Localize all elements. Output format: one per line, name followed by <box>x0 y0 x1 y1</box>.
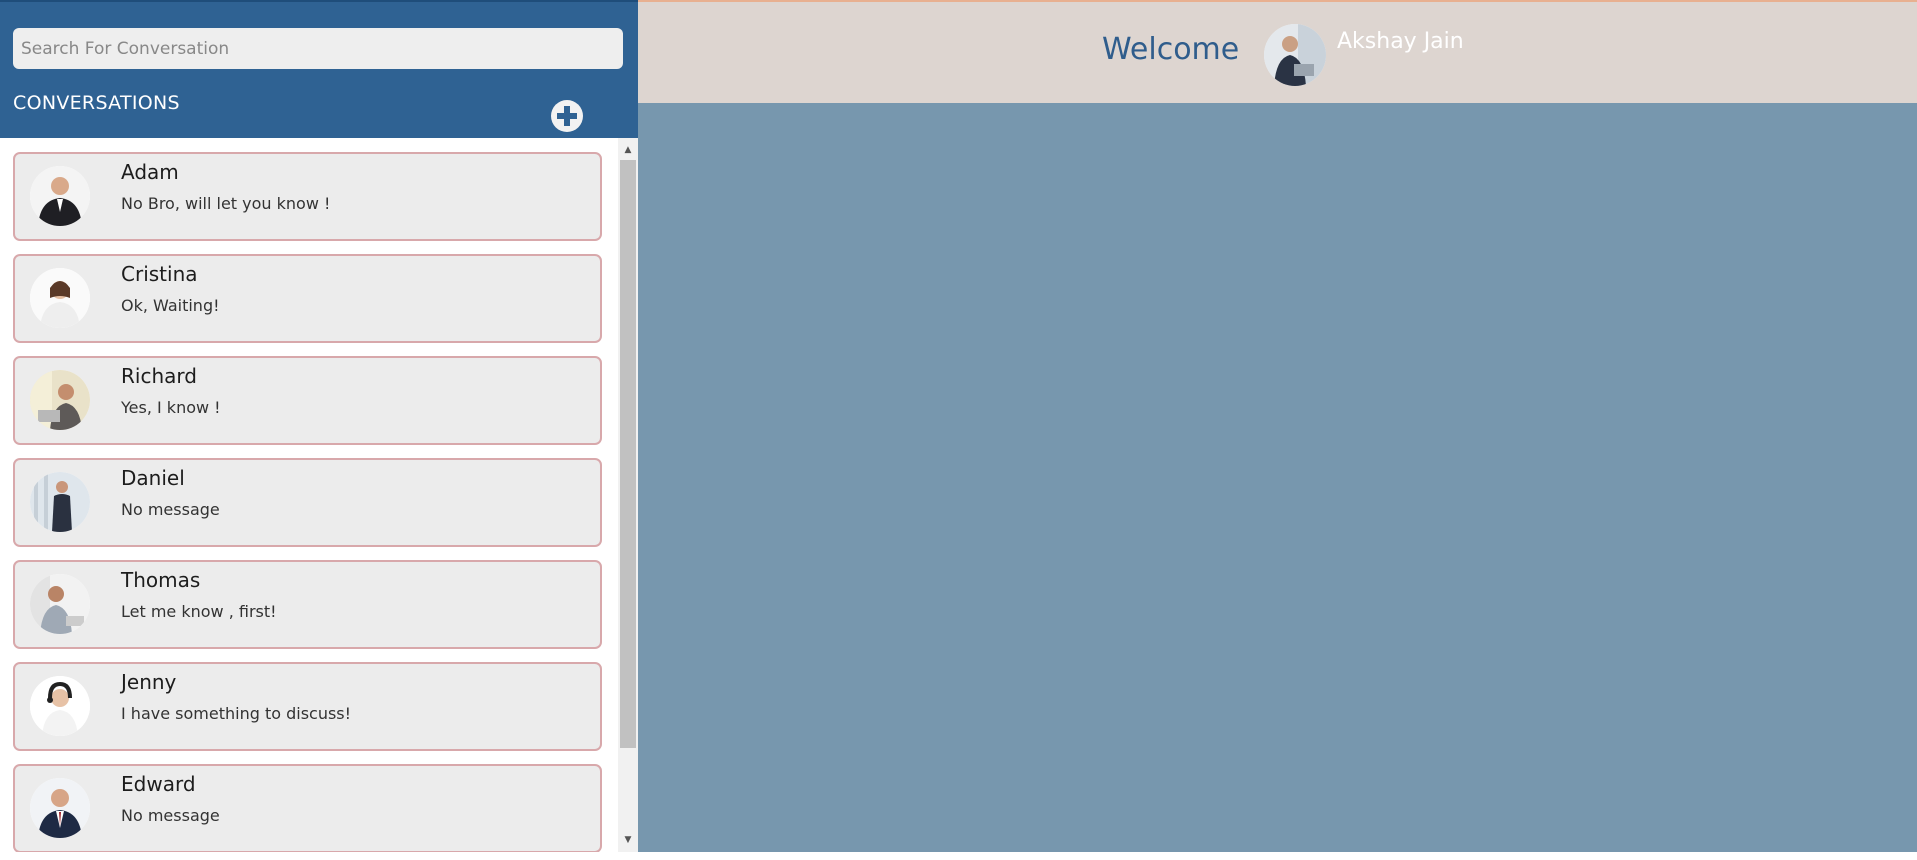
conversation-last-message: Let me know , first! <box>121 602 277 621</box>
sidebar: CONVERSATIONS Adam No Bro, will let you … <box>0 0 638 852</box>
avatar <box>30 370 90 430</box>
conversation-item-cristina[interactable]: Cristina Ok, Waiting! <box>13 254 602 343</box>
conversation-last-message: No Bro, will let you know ! <box>121 194 331 213</box>
conversation-item-adam[interactable]: Adam No Bro, will let you know ! <box>13 152 602 241</box>
conversation-name: Thomas <box>121 568 201 592</box>
conversation-last-message: I have something to discuss! <box>121 704 352 723</box>
chat-app: CONVERSATIONS Adam No Bro, will let you … <box>0 0 1917 852</box>
conversation-item-richard[interactable]: Richard Yes, I know ! <box>13 356 602 445</box>
user-name[interactable]: Akshay Jain <box>1337 29 1464 54</box>
avatar <box>30 778 90 838</box>
avatar <box>30 574 90 634</box>
avatar <box>30 166 90 226</box>
conversation-list-scrollbar[interactable]: ▲ ▼ <box>618 138 638 852</box>
conversation-item-jenny[interactable]: Jenny I have something to discuss! <box>13 662 602 751</box>
conversation-name: Cristina <box>121 262 198 286</box>
avatar <box>30 676 90 736</box>
conversation-item-thomas[interactable]: Thomas Let me know , first! <box>13 560 602 649</box>
conversation-name: Richard <box>121 364 197 388</box>
conversation-name: Jenny <box>121 670 177 694</box>
user-avatar[interactable] <box>1264 24 1326 86</box>
search-input[interactable] <box>13 28 623 69</box>
add-conversation-button[interactable] <box>551 100 583 132</box>
conversation-last-message: No message <box>121 806 220 825</box>
avatar <box>30 268 90 328</box>
scroll-down-arrow-icon[interactable]: ▼ <box>618 832 638 848</box>
conversation-last-message: Ok, Waiting! <box>121 296 220 315</box>
plus-icon <box>557 106 577 126</box>
top-bar: Welcome Akshay Jain <box>638 0 1917 103</box>
scroll-up-arrow-icon[interactable]: ▲ <box>618 142 638 158</box>
conversation-item-edward[interactable]: Edward No message <box>13 764 602 852</box>
conversation-last-message: Yes, I know ! <box>121 398 221 417</box>
avatar <box>30 472 90 532</box>
conversation-list: Adam No Bro, will let you know ! Cristin… <box>0 138 638 852</box>
sidebar-header: CONVERSATIONS <box>0 0 638 138</box>
scrollbar-thumb[interactable] <box>620 160 636 748</box>
conversations-heading: CONVERSATIONS <box>13 92 180 114</box>
welcome-text: Welcome <box>1102 32 1240 67</box>
chat-main-area: Welcome Akshay Jain <box>638 0 1917 852</box>
conversation-name: Adam <box>121 160 179 184</box>
conversation-last-message: No message <box>121 500 220 519</box>
conversation-name: Daniel <box>121 466 185 490</box>
conversation-item-daniel[interactable]: Daniel No message <box>13 458 602 547</box>
conversation-name: Edward <box>121 772 196 796</box>
